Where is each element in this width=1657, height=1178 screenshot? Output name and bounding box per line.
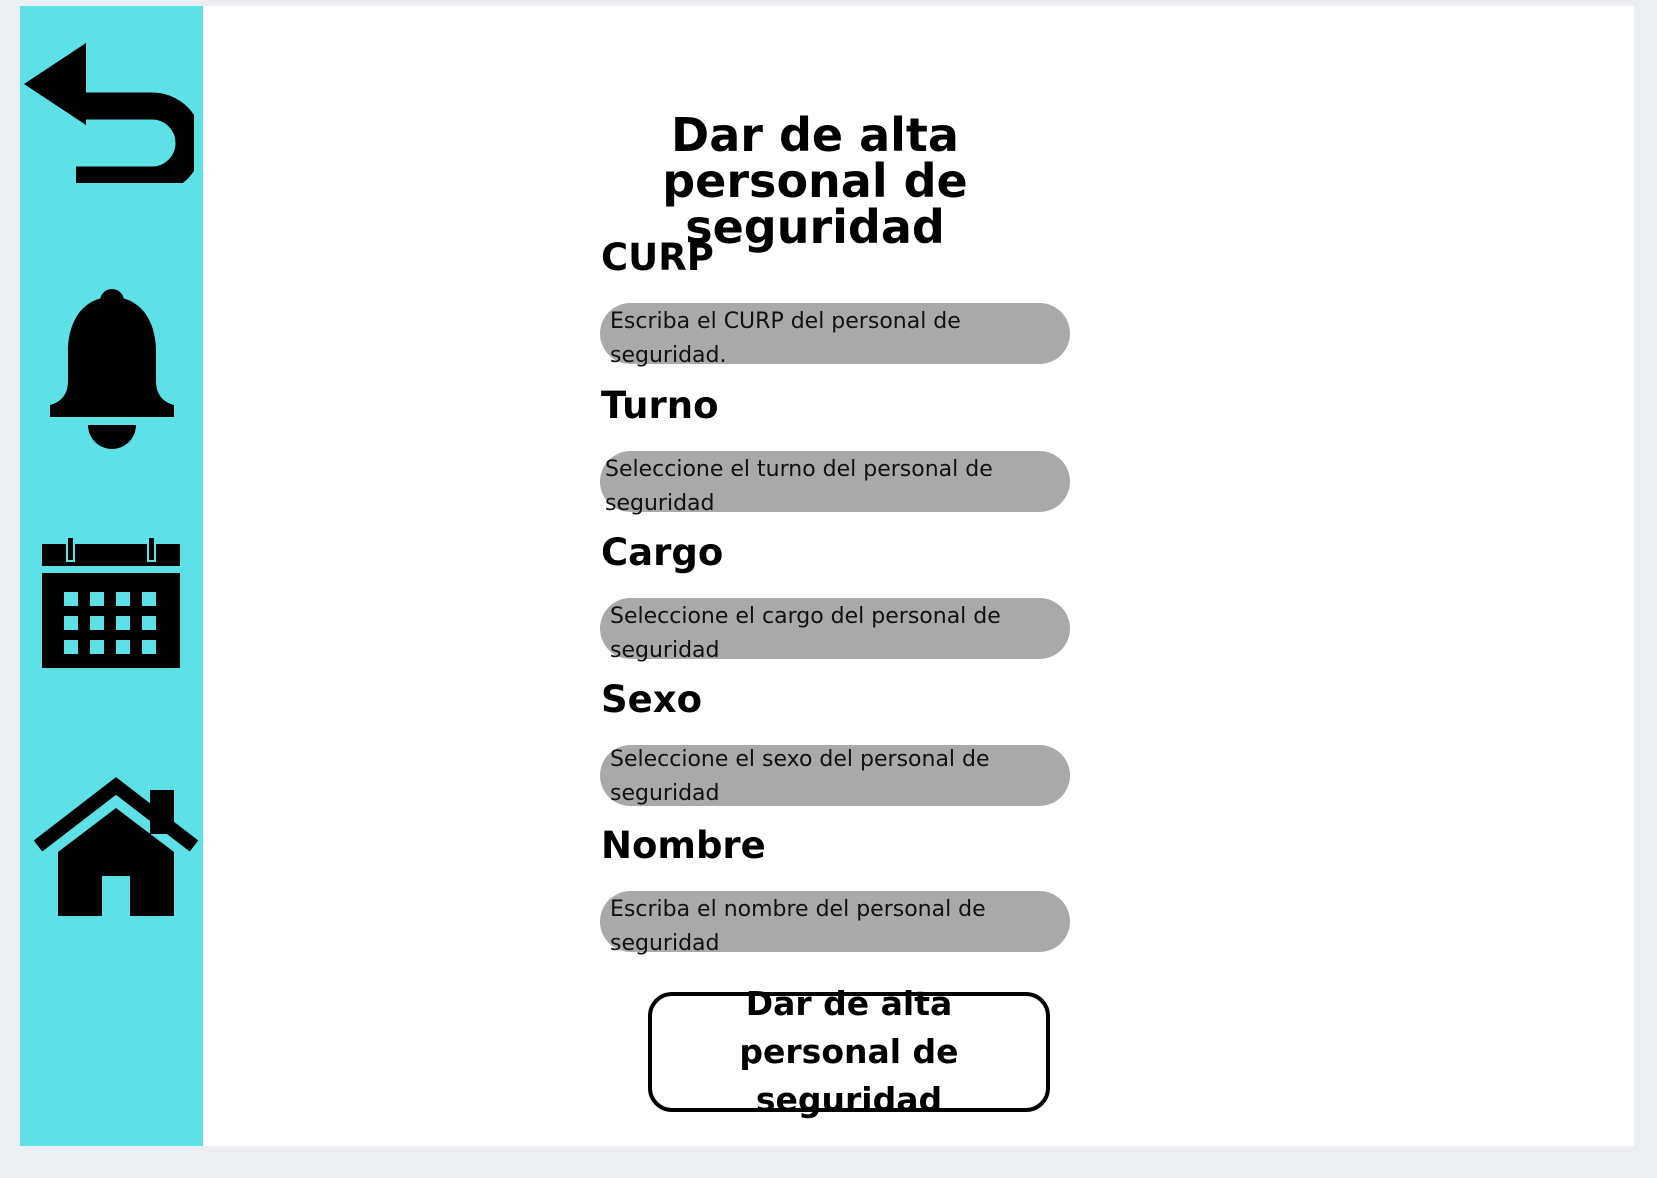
curp-placeholder: Escriba el CURP del personal de segurida… <box>610 309 961 368</box>
notifications-button[interactable] <box>50 289 174 449</box>
submit-button-label: Dar de alta personal de seguridad <box>739 984 959 1119</box>
bell-icon <box>50 289 174 449</box>
calendar-button[interactable] <box>42 536 180 668</box>
sexo-placeholder: Seleccione el sexo del personal de segur… <box>610 747 990 806</box>
home-button[interactable] <box>32 776 200 916</box>
cargo-select[interactable]: Seleccione el cargo del personal de segu… <box>600 598 1070 663</box>
sexo-label: Sexo <box>601 678 703 721</box>
turno-label: Turno <box>601 384 719 427</box>
cargo-label: Cargo <box>601 531 724 574</box>
app-window: Dar de alta personal de seguridad CURP E… <box>20 6 1634 1146</box>
nombre-placeholder: Escriba el nombre del personal de seguri… <box>610 897 986 956</box>
back-button[interactable] <box>24 43 194 183</box>
curp-label: CURP <box>601 236 714 279</box>
cargo-placeholder: Seleccione el cargo del personal de segu… <box>610 604 1001 663</box>
submit-button[interactable]: Dar de alta personal de seguridad <box>648 984 1050 1119</box>
nombre-label: Nombre <box>601 824 766 867</box>
curp-input[interactable]: Escriba el CURP del personal de segurida… <box>600 303 1070 368</box>
turno-placeholder: Seleccione el turno del personal de segu… <box>605 457 993 516</box>
back-arrow-icon <box>24 43 194 183</box>
calendar-icon <box>42 536 180 668</box>
home-icon <box>33 777 199 916</box>
page-title: Dar de alta personal de seguridad <box>662 108 968 254</box>
sidebar <box>20 6 203 1146</box>
turno-select[interactable]: Seleccione el turno del personal de segu… <box>600 451 1070 516</box>
sexo-select[interactable]: Seleccione el sexo del personal de segur… <box>600 745 1070 806</box>
nombre-input[interactable]: Escriba el nombre del personal de seguri… <box>600 891 1070 956</box>
